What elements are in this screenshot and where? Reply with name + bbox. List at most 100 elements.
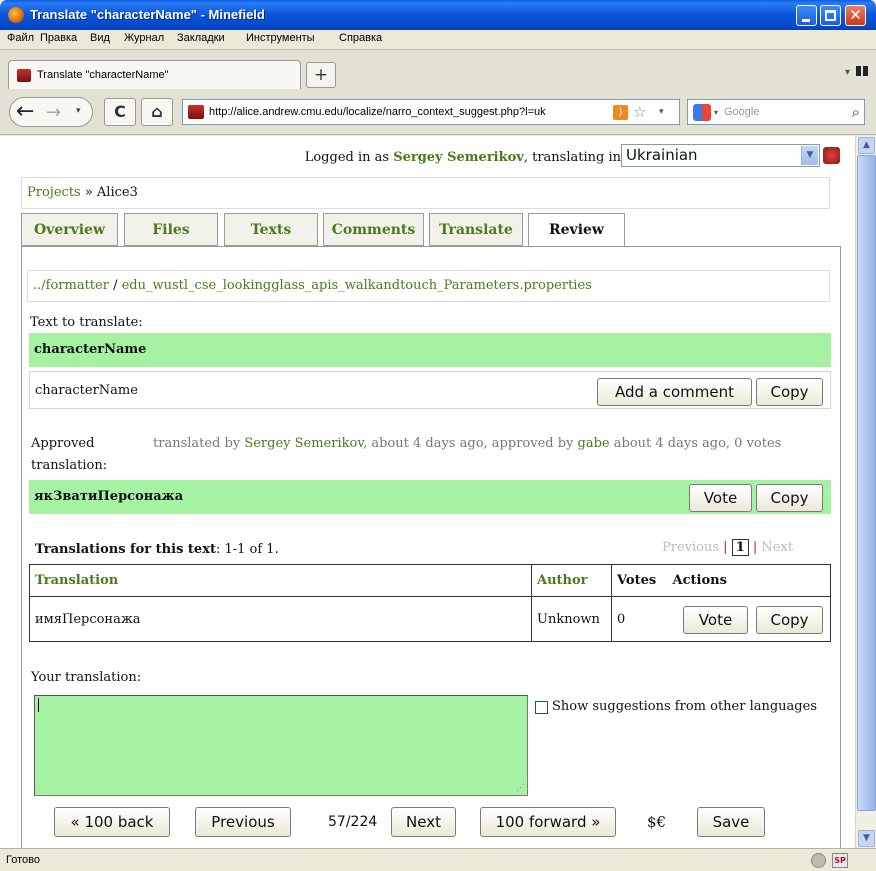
forward-100-button[interactable]: 100 forward » [480,807,616,837]
login-status: Logged in as Sergey Semerikov, translati… [305,150,621,165]
chevron-down-icon[interactable]: ▼ [801,146,818,165]
vote-row-button[interactable]: Vote [683,606,748,634]
scroll-up-icon[interactable]: ▲ [858,137,875,154]
breadcrumb-current: Alice3 [96,185,138,200]
search-engine-dropdown-icon[interactable]: ▾ [714,108,718,117]
approved-mid: , about 4 days ago, approved by [363,436,578,451]
browser-tab[interactable]: Translate "characterName" [8,60,301,90]
address-bar[interactable]: http://alice.andrew.cmu.edu/localize/nar… [182,99,680,125]
history-dropdown-icon[interactable]: ▾ [76,106,81,116]
reload-button[interactable]: C [104,98,136,126]
url-text[interactable]: http://alice.andrew.cmu.edu/localize/nar… [209,106,609,118]
menu-bar: Файл Правка Вид Журнал Закладки Инструме… [0,30,876,49]
site-identity-icon[interactable] [188,105,204,119]
scrollbar-thumb[interactable] [857,155,876,811]
add-comment-button[interactable]: Add a comment [597,378,752,406]
logged-in-user: Sergey Semerikov [393,150,524,165]
show-suggestions-checkbox[interactable] [535,701,548,714]
file-path: ../formatter / edu_wustl_cse_lookingglas… [27,270,830,302]
vote-approved-button[interactable]: Vote [689,484,752,512]
menu-tools[interactable]: Инструменты [246,32,315,44]
rss-feed-icon[interactable]: ) [613,105,628,120]
row-translation: имяПерсонажа [29,596,532,642]
scroll-down-icon[interactable]: ▼ [858,830,875,847]
row-author: Unknown [531,596,612,642]
minimize-button[interactable] [796,5,817,26]
path-file-link[interactable]: edu_wustl_cse_lookingglass_apis_walkandt… [122,278,592,293]
navigation-toolbar: ← → ▾ C ⌂ http://alice.andrew.cmu.edu/lo… [0,89,876,135]
translator-link[interactable]: Sergey Semerikov [244,436,363,451]
path-separator: / [108,278,122,293]
site-favicon-icon [17,69,31,82]
search-box[interactable]: ▾ Google ⌕ [687,99,865,125]
reload-icon: C [114,102,126,121]
position-indicator: 57/224 [328,814,378,830]
copy-row-button[interactable]: Copy [756,606,823,634]
menu-file[interactable]: Файл [7,32,34,44]
copy-source-button[interactable]: Copy [756,378,823,406]
col-translation[interactable]: Translation [29,564,532,597]
tab-grid-icon[interactable] [856,66,868,76]
menu-history[interactable]: Журнал [124,32,164,44]
table-header-row: Translation Author Votes Actions [29,564,831,597]
approved-translation-text: якЗватиПерсонажа [34,489,184,504]
pager-current-page[interactable]: 1 [731,539,749,556]
new-tab-button[interactable]: + [306,62,336,88]
firefox-icon [8,7,24,23]
vertical-scrollbar[interactable]: ▲ ▼ [855,136,876,848]
language-select[interactable]: Ukrainian ▼ [621,144,820,167]
approved-by-prefix: translated by [153,436,245,451]
copy-approved-button[interactable]: Copy [756,484,823,512]
translation-textarea[interactable]: ⋰ [34,695,528,796]
maximize-button[interactable] [820,5,841,26]
page-content: Logged in as Sergey Semerikov, translati… [0,136,855,848]
path-parent-link[interactable]: ../ [33,278,46,293]
tab-list-dropdown-icon[interactable]: ▾ [845,67,850,78]
addon-status-icon[interactable] [811,853,826,868]
tab-translate[interactable]: Translate [429,213,523,246]
menu-help[interactable]: Справка [339,32,382,44]
pagination: Previous | 1 | Next [662,539,793,556]
login-suffix: , translating in [523,150,621,165]
row-votes: 0 [611,596,668,642]
previous-button[interactable]: Previous [195,807,291,837]
url-dropdown-icon[interactable]: ▾ [659,107,664,117]
minimize-icon [802,19,810,22]
menu-bookmarks[interactable]: Закладки [177,32,225,44]
menu-view[interactable]: Вид [90,32,110,44]
path-folder-link[interactable]: formatter [46,278,109,293]
close-button[interactable]: ✕ [845,5,866,26]
home-button[interactable]: ⌂ [141,98,173,126]
pager-sep-left: | [723,540,728,555]
next-button[interactable]: Next [391,807,456,837]
currency-symbols[interactable]: $€ [647,813,666,831]
back-100-button[interactable]: « 100 back [54,807,170,837]
back-arrow-icon[interactable]: ← [16,100,34,124]
translations-heading: Translations for this text: 1-1 of 1. [35,542,279,557]
resize-grip-icon[interactable]: ⋰ [516,783,525,793]
search-icon[interactable]: ⌕ [852,103,860,121]
tab-texts[interactable]: Texts [224,213,318,246]
window-titlebar: Translate "characterName" - Minefield ✕ [0,0,876,30]
source-key: characterName [34,342,147,357]
logout-icon[interactable] [823,147,840,164]
pager-previous[interactable]: Previous [662,540,719,555]
bookmark-star-icon[interactable]: ☆ [633,103,646,121]
menu-edit[interactable]: Правка [40,32,77,44]
tab-comments[interactable]: Comments [323,213,424,246]
save-button[interactable]: Save [697,807,765,837]
google-engine-icon[interactable] [693,104,711,121]
text-caret [38,698,39,712]
col-author[interactable]: Author [531,564,612,597]
tab-files[interactable]: Files [124,213,218,246]
language-select-value: Ukrainian [626,146,698,164]
breadcrumb-projects-link[interactable]: Projects [27,185,81,200]
spellcheck-status-icon[interactable]: SP [832,853,848,868]
forward-arrow-icon[interactable]: → [46,101,61,125]
tab-review[interactable]: Review [528,213,625,247]
source-text: characterName [35,383,138,398]
pager-next[interactable]: Next [761,540,793,555]
approver-link[interactable]: gabe [578,436,610,451]
tab-overview[interactable]: Overview [21,213,118,246]
show-suggestions-label[interactable]: Show suggestions from other languages [552,699,817,714]
